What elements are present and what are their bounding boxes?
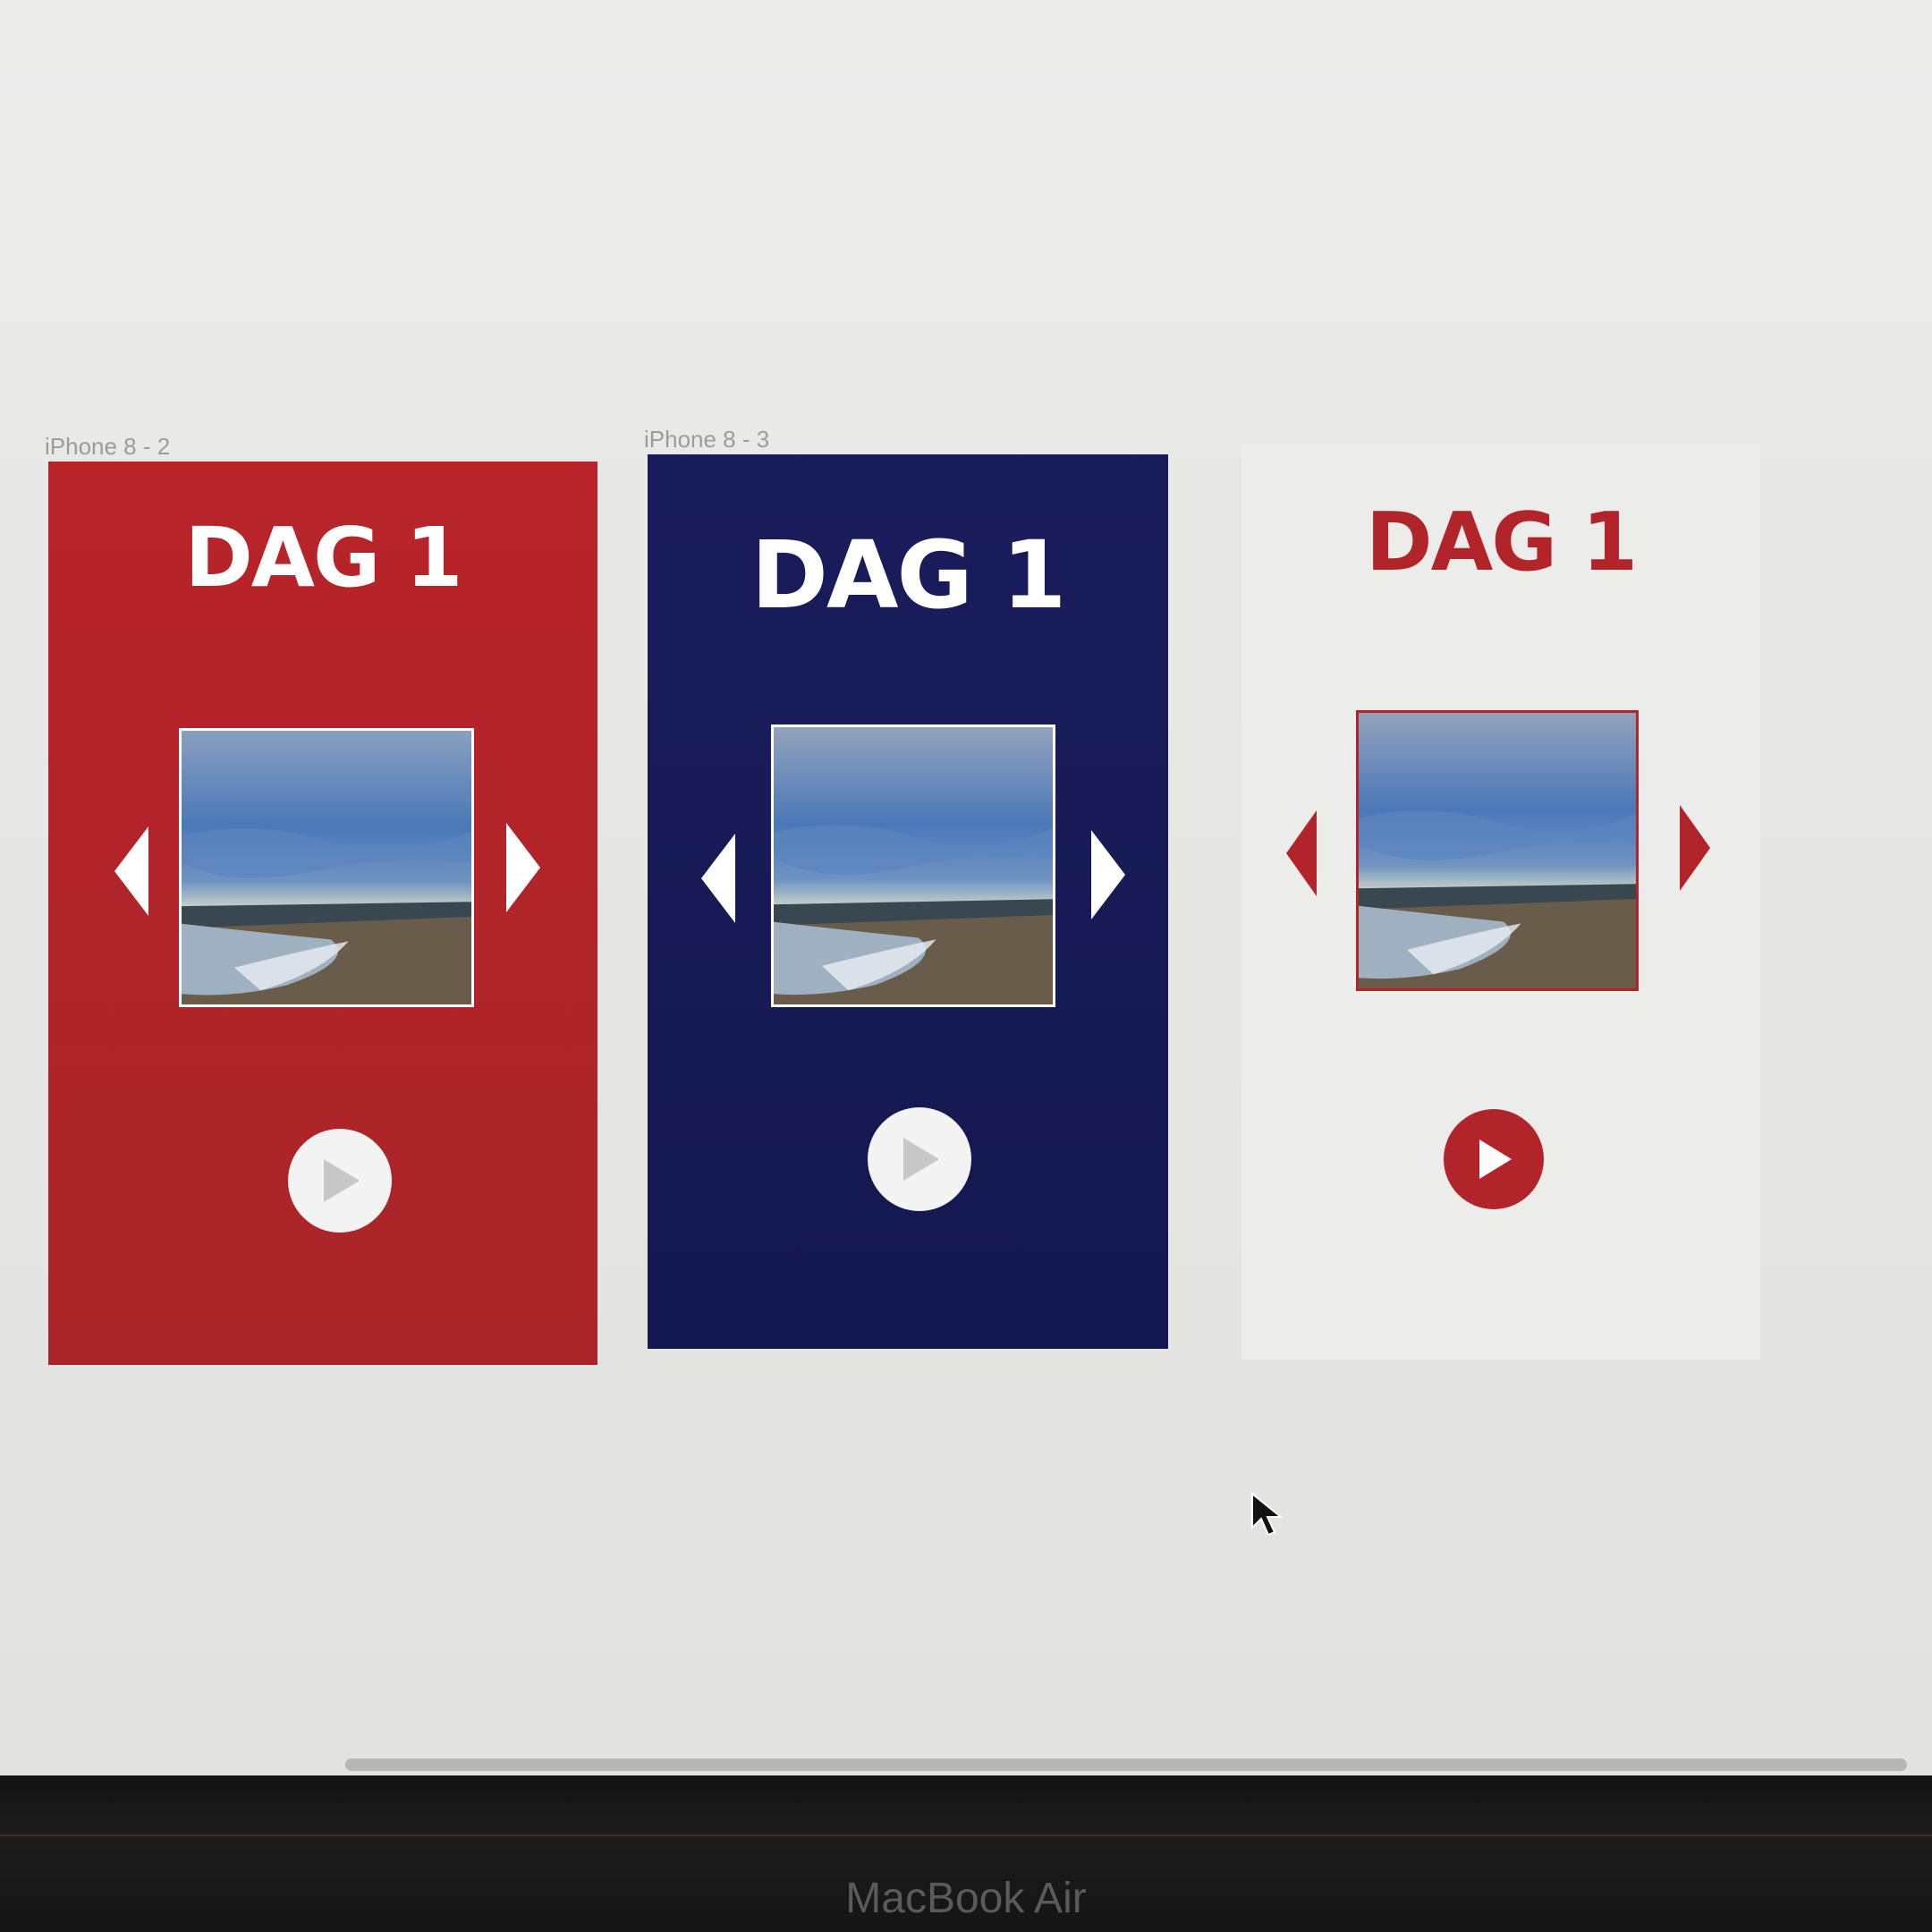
- artboard-iphone-8-2[interactable]: DAG 1: [48, 462, 597, 1365]
- beach-photo: [1356, 710, 1639, 991]
- day-title: DAG 1: [184, 510, 462, 606]
- day-title: DAG 1: [750, 521, 1067, 630]
- play-icon: [1479, 1140, 1512, 1179]
- artboard-iphone-8-3[interactable]: DAG 1: [648, 454, 1168, 1349]
- play-button[interactable]: [1444, 1109, 1544, 1209]
- play-icon: [903, 1138, 939, 1181]
- triangle-right-icon[interactable]: [1091, 830, 1125, 919]
- play-icon: [324, 1159, 360, 1202]
- design-canvas[interactable]: iPhone 8 - 2 DAG 1 iPhone 8 - 3 DAG 1 DA…: [0, 0, 1932, 1775]
- artboard-3[interactable]: DAG 1: [1241, 444, 1760, 1360]
- triangle-right-icon[interactable]: [506, 823, 540, 912]
- day-title: DAG 1: [1365, 496, 1638, 589]
- bezel-divider: [0, 1835, 1932, 1836]
- artboard-label-iphone-8-3[interactable]: iPhone 8 - 3: [644, 426, 769, 453]
- play-button[interactable]: [288, 1129, 392, 1233]
- triangle-right-icon[interactable]: [1680, 805, 1710, 891]
- beach-photo: [771, 724, 1055, 1007]
- triangle-left-icon[interactable]: [701, 834, 735, 923]
- triangle-left-icon[interactable]: [1286, 810, 1317, 896]
- laptop-bezel: MacBook Air: [0, 1775, 1932, 1932]
- horizontal-scrollbar[interactable]: [345, 1758, 1907, 1771]
- artboard-label-iphone-8-2[interactable]: iPhone 8 - 2: [45, 433, 170, 461]
- play-button[interactable]: [868, 1107, 971, 1211]
- triangle-left-icon[interactable]: [114, 826, 148, 916]
- device-brand-label: MacBook Air: [845, 1875, 1087, 1922]
- mouse-pointer-icon: [1250, 1491, 1286, 1537]
- beach-photo: [179, 728, 474, 1007]
